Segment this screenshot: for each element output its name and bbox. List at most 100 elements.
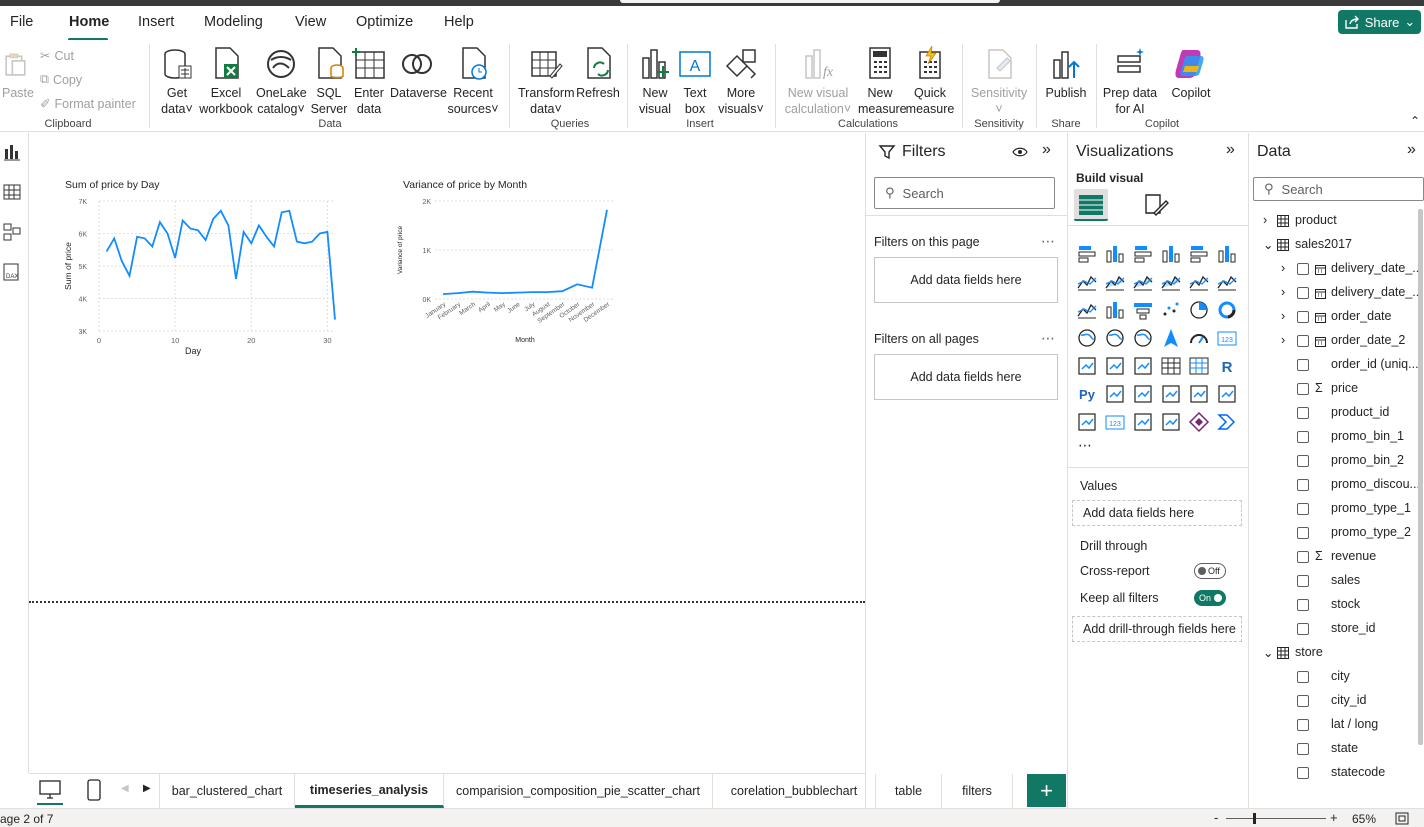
field-item[interactable]: state <box>1249 741 1419 761</box>
field-item[interactable]: promo_discou... <box>1249 477 1420 497</box>
publish-button[interactable]: Publish <box>1042 46 1090 101</box>
drill-through-drop-zone[interactable]: Add drill-through fields here <box>1072 616 1242 642</box>
field-item[interactable]: city <box>1249 669 1419 689</box>
enter-data-button[interactable]: Enter data <box>352 46 386 117</box>
field-item[interactable]: stock <box>1249 597 1419 617</box>
new-visual-calculation-button[interactable]: fx New visual calculation˅ <box>782 46 854 117</box>
chart-sum-of-price-by-day[interactable]: Sum of price by Day 3K 4K 5K 6K 7K 0 10 20 30 Da… <box>57 175 347 365</box>
field-checkbox[interactable] <box>1297 671 1309 683</box>
collapse-ribbon-icon[interactable]: ⌃ <box>1410 114 1420 128</box>
transform-data-button[interactable]: Transform data˅ <box>518 46 575 117</box>
more-visuals-button[interactable]: More visuals˅ <box>716 46 766 117</box>
map-icon[interactable] <box>1104 327 1126 349</box>
field-item[interactable]: Σprice <box>1249 381 1419 401</box>
new-visual-button[interactable]: New visual <box>636 46 674 117</box>
stacked-bar-icon[interactable] <box>1076 243 1098 265</box>
cut-button[interactable]: ✂ Cut <box>40 48 74 64</box>
share-button[interactable]: Share ⌄ <box>1338 10 1421 34</box>
values-drop-zone[interactable]: Add data fields here <box>1072 500 1242 526</box>
zoom-slider[interactable] <box>1226 818 1326 819</box>
menu-optimize[interactable]: Optimize <box>356 14 413 30</box>
metrics-icon[interactable] <box>1216 383 1238 405</box>
cross-report-toggle[interactable]: Off <box>1194 563 1226 579</box>
dax-query-icon[interactable]: DAX <box>2 261 24 283</box>
zoom-slider-thumb[interactable] <box>1253 813 1256 824</box>
field-item[interactable]: product_id <box>1249 405 1419 425</box>
table-node[interactable]: ⌄ store <box>1249 645 1419 665</box>
table-node[interactable]: ⌄ sales2017 <box>1249 237 1419 257</box>
collapse-pane-icon[interactable]: » <box>1226 141 1235 159</box>
power-automate-icon[interactable] <box>1216 411 1238 433</box>
field-checkbox[interactable] <box>1297 623 1309 635</box>
keep-all-filters-toggle[interactable]: On <box>1194 590 1226 606</box>
filters-search-input[interactable]: ⚲ Search <box>874 177 1055 209</box>
ribbon-chart-icon[interactable] <box>1076 299 1098 321</box>
field-item[interactable]: › delivery_date_... <box>1249 261 1423 281</box>
reference-layer-icon[interactable] <box>1160 411 1182 433</box>
filters-page-drop-zone[interactable]: Add data fields here <box>874 257 1058 303</box>
100-area-icon[interactable] <box>1160 271 1182 293</box>
paginated-report-icon[interactable] <box>1076 411 1098 433</box>
field-checkbox[interactable] <box>1297 503 1309 515</box>
add-page-button[interactable]: + <box>1027 774 1066 807</box>
paste-button[interactable]: Paste <box>2 46 34 101</box>
filled-map-icon[interactable] <box>1132 327 1154 349</box>
field-checkbox[interactable] <box>1297 407 1309 419</box>
menu-modeling[interactable]: Modeling <box>204 14 263 30</box>
field-item[interactable]: statecode <box>1249 765 1419 785</box>
azure-map-icon[interactable] <box>1160 327 1182 349</box>
field-checkbox[interactable] <box>1297 431 1309 443</box>
pie-icon[interactable] <box>1188 299 1210 321</box>
line-column-icon[interactable] <box>1188 271 1210 293</box>
get-data-button[interactable]: Get data˅ <box>156 46 198 117</box>
field-item[interactable]: lat / long <box>1249 717 1419 737</box>
key-influencers-icon[interactable] <box>1104 383 1126 405</box>
field-checkbox[interactable] <box>1297 335 1309 347</box>
field-checkbox[interactable] <box>1297 311 1309 323</box>
tab-filters[interactable]: filters <box>942 774 1013 808</box>
slicer-icon[interactable] <box>1132 355 1154 377</box>
tab-timeseries-analysis[interactable]: timeseries_analysis <box>295 774 444 808</box>
field-checkbox[interactable] <box>1297 383 1309 395</box>
collapse-pane-icon[interactable]: » <box>1407 141 1416 159</box>
field-item[interactable]: store_id <box>1249 621 1419 641</box>
button-slicer-icon[interactable] <box>1132 411 1154 433</box>
field-checkbox[interactable] <box>1297 359 1309 371</box>
field-item[interactable]: promo_type_1 <box>1249 501 1419 521</box>
prep-data-for-ai-button[interactable]: Prep data for AI <box>1102 46 1158 117</box>
100-bar-icon[interactable] <box>1188 243 1210 265</box>
field-item[interactable]: order_id (uniq... <box>1249 357 1419 377</box>
quick-measure-button[interactable]: Quick measure <box>904 46 956 117</box>
filters-all-drop-zone[interactable]: Add data fields here <box>874 354 1058 400</box>
field-checkbox[interactable] <box>1297 575 1309 587</box>
refresh-button[interactable]: Refresh <box>576 46 620 101</box>
sql-server-button[interactable]: SQL Server <box>310 46 348 117</box>
power-apps-icon[interactable] <box>1188 411 1210 433</box>
field-item[interactable]: sales <box>1249 573 1419 593</box>
more-options-icon[interactable]: ⋯ <box>1041 330 1055 347</box>
menu-help[interactable]: Help <box>444 14 474 30</box>
scroll-right-icon[interactable]: ▶ <box>143 783 151 794</box>
fit-to-page-icon[interactable] <box>1395 812 1409 825</box>
line-chart-icon[interactable] <box>1076 271 1098 293</box>
qa-icon[interactable] <box>1160 383 1182 405</box>
field-item[interactable]: city_id <box>1249 693 1419 713</box>
table-icon[interactable] <box>1160 355 1182 377</box>
format-painter-button[interactable]: ✐ Format painter <box>40 96 136 112</box>
field-checkbox[interactable] <box>1297 527 1309 539</box>
field-checkbox[interactable] <box>1297 287 1309 299</box>
field-checkbox[interactable] <box>1297 767 1309 779</box>
tab-bar-clustered-chart[interactable]: bar_clustered_chart <box>160 774 295 808</box>
field-item[interactable]: promo_type_2 <box>1249 525 1419 545</box>
100-column-icon[interactable] <box>1216 243 1238 265</box>
clustered-column-icon[interactable] <box>1160 243 1182 265</box>
zoom-out-icon[interactable]: - <box>1214 810 1218 825</box>
stacked-column-icon[interactable] <box>1104 243 1126 265</box>
build-visual-tab[interactable] <box>1074 189 1108 221</box>
donut-icon[interactable] <box>1216 299 1238 321</box>
copy-button[interactable]: ⧉ Copy <box>40 72 82 87</box>
treemap-icon[interactable] <box>1076 327 1098 349</box>
field-item[interactable]: › order_date_2 <box>1249 333 1419 353</box>
recent-sources-button[interactable]: Recent sources˅ <box>446 46 500 117</box>
new-measure-button[interactable]: New measure <box>858 46 907 117</box>
